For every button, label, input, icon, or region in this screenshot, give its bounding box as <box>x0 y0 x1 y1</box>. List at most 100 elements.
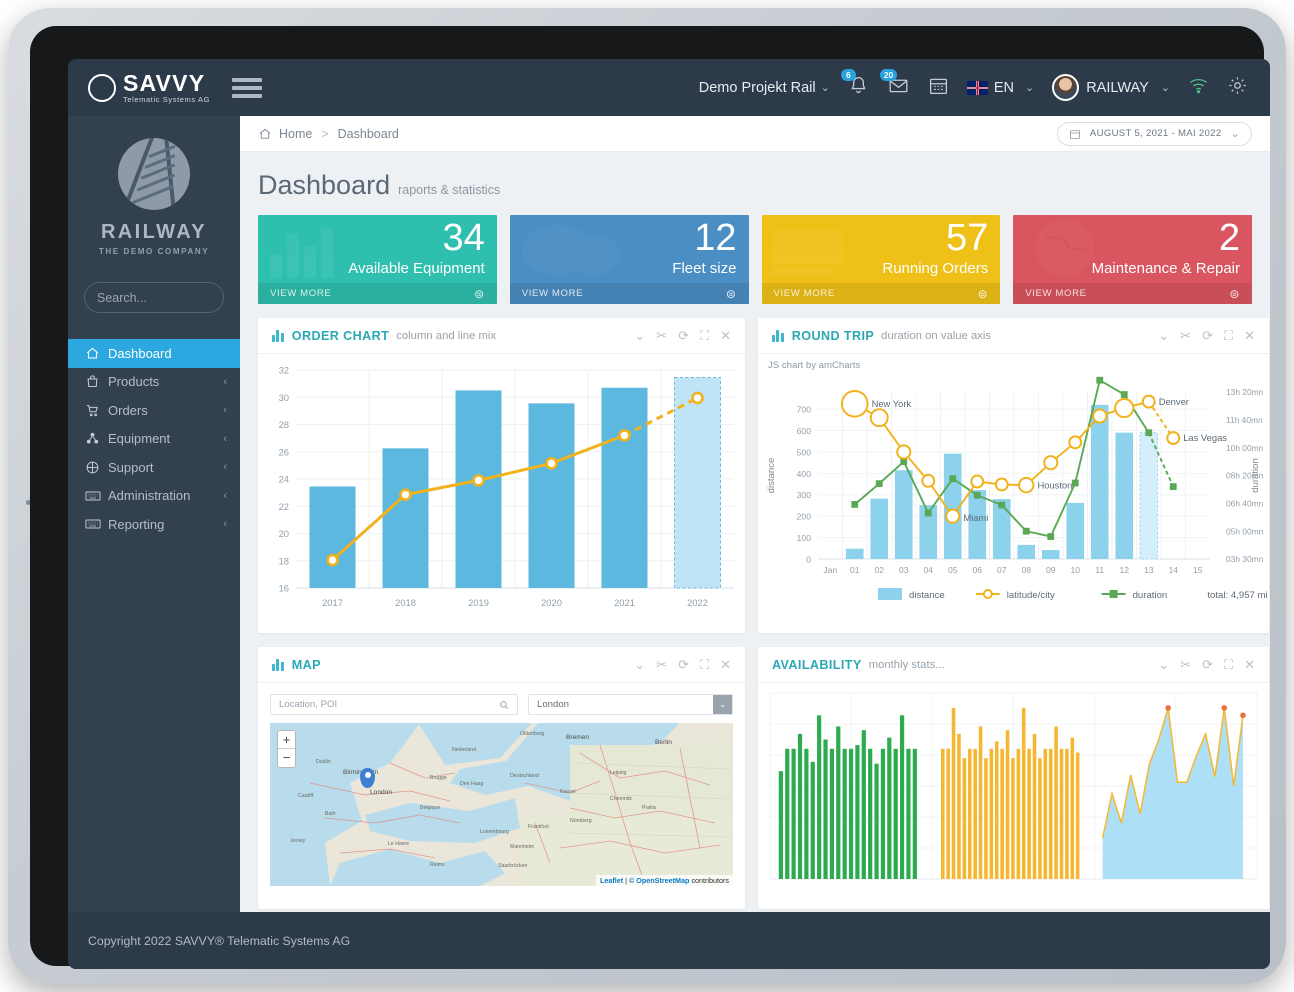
close-icon[interactable]: ✕ <box>720 328 731 344</box>
language-selector[interactable]: EN ⌄ <box>966 79 1035 96</box>
search-input[interactable] <box>97 290 258 305</box>
page-subtitle: raports & statistics <box>398 183 501 197</box>
gear-icon[interactable] <box>1227 75 1248 101</box>
hamburger-menu-icon[interactable] <box>232 77 263 98</box>
kpi-label: Maintenance & Repair <box>1091 260 1240 277</box>
expand-icon[interactable]: ⛶ <box>700 328 709 344</box>
expand-icon[interactable]: ⛶ <box>1224 328 1233 344</box>
svg-text:03: 03 <box>899 565 909 575</box>
kpi-footer[interactable]: VIEW MORE ⊜ <box>258 283 497 304</box>
top-navigation-bar: SAVVY Telematic Systems AG Demo Projekt … <box>68 59 1270 116</box>
sidebar-item-products[interactable]: Products ‹ <box>68 368 240 397</box>
kpi-value: 12 <box>694 217 737 259</box>
cart-icon <box>85 403 108 418</box>
uk-flag-icon <box>966 80 988 95</box>
savvy-logo[interactable]: SAVVY Telematic Systems AG <box>88 71 210 104</box>
leaflet-link[interactable]: Leaflet <box>600 876 623 885</box>
language-label: EN <box>993 79 1014 96</box>
kpi-card-maintenance-repair[interactable]: 2 Maintenance & Repair VIEW MORE ⊜ <box>1013 215 1252 304</box>
svg-text:28: 28 <box>279 419 289 430</box>
chevron-down-icon[interactable]: ⌄ <box>634 328 645 344</box>
settings-icon[interactable]: ✂ <box>656 657 667 673</box>
user-menu[interactable]: RAILWAY ⌄ <box>1052 74 1170 101</box>
sidebar-brand: RAILWAY THE DEMO COMPANY <box>68 116 240 272</box>
kpi-view-more-label: VIEW MORE <box>270 288 332 299</box>
round-trip-svg: JS chart by amCharts 0 100 200 300 400 500 600 7… <box>766 360 1268 601</box>
home-icon <box>259 128 271 139</box>
refresh-icon[interactable]: ⟳ <box>1202 657 1213 673</box>
kpi-card-fleet-size[interactable]: 12 Fleet size VIEW MORE ⊜ <box>509 215 749 304</box>
map-panel: MAP ⌄ ✂ ⟳ ⛶ ✕ Location, POI London ⌄ Lon… <box>258 647 745 909</box>
expand-icon[interactable]: ⛶ <box>1224 657 1233 673</box>
project-name: Demo Projekt Rail <box>698 79 816 96</box>
chevron-down-icon[interactable]: ⌄ <box>634 657 645 673</box>
bell-icon[interactable]: 6 <box>840 68 869 101</box>
date-range-picker[interactable]: AUGUST 5, 2021 - MAI 2022 ⌄ <box>1056 121 1252 146</box>
map-search-box[interactable] <box>270 694 518 715</box>
svg-text:Las Vegas: Las Vegas <box>1183 432 1227 443</box>
kpi-label: Available Equipment <box>348 260 485 277</box>
map-attribution: Leaflet | © OpenStreetMap contributors <box>595 875 733 886</box>
sidebar-item-label: Support <box>108 459 154 475</box>
sidebar-item-administration[interactable]: Administration ‹ <box>68 482 240 511</box>
refresh-icon[interactable]: ⟳ <box>678 328 689 344</box>
sidebar-item-dashboard[interactable]: Dashboard <box>68 339 251 368</box>
project-selector[interactable]: Demo Projekt Rail ⌄ <box>699 80 830 96</box>
calendar-icon[interactable] <box>928 75 949 101</box>
svg-text:26: 26 <box>279 446 289 457</box>
kpi-card-available-equipment[interactable]: 34 Available Equipment VIEW MORE ⊜ <box>258 215 497 304</box>
chevron-down-icon: ⌄ <box>1024 82 1035 94</box>
zoom-out-button[interactable]: − <box>278 749 295 767</box>
zoom-in-button[interactable]: + <box>278 731 295 749</box>
map-city-select[interactable]: London ⌄ <box>528 694 733 715</box>
kpi-view-more-label: VIEW MORE <box>521 288 584 299</box>
sidebar-item-reporting[interactable]: Reporting ‹ <box>68 510 240 539</box>
svg-text:22: 22 <box>279 501 289 512</box>
chevron-right-icon: ‹ <box>223 489 227 502</box>
map-zoom-controls[interactable]: + − <box>277 730 296 768</box>
wifi-icon[interactable] <box>1188 77 1209 99</box>
svg-text:2019: 2019 <box>468 597 489 608</box>
map-controls: London ⌄ <box>258 683 745 723</box>
svg-text:09: 09 <box>1046 565 1056 575</box>
settings-icon[interactable]: ✂ <box>1180 328 1191 344</box>
envelope-icon[interactable]: 20 <box>879 68 910 101</box>
chevron-down-icon[interactable]: ⌄ <box>1158 328 1169 344</box>
refresh-icon[interactable]: ⟳ <box>1202 328 1213 344</box>
app-window: SAVVY Telematic Systems AG Demo Projekt … <box>68 59 1270 969</box>
charts-row-2: MAP ⌄ ✂ ⟳ ⛶ ✕ Location, POI London ⌄ Lon… <box>240 633 1270 909</box>
charts-row-1: ORDER CHART column and line mix ⌄ ✂ ⟳ ⛶ … <box>240 304 1270 633</box>
svg-text:02: 02 <box>874 565 884 575</box>
close-icon[interactable]: ✕ <box>720 657 731 673</box>
sidebar-item-orders[interactable]: Orders ‹ <box>68 396 240 425</box>
bars-icon <box>268 226 352 283</box>
chevron-down-icon[interactable]: ⌄ <box>1158 657 1169 673</box>
kpi-footer[interactable]: VIEW MORE ⊜ <box>509 283 749 304</box>
sidebar-item-label: Orders <box>108 402 148 418</box>
close-icon[interactable]: ✕ <box>1244 657 1255 673</box>
map-search-input[interactable] <box>279 699 499 710</box>
svg-text:100: 100 <box>797 533 812 543</box>
svg-text:07: 07 <box>997 565 1007 575</box>
expand-icon[interactable]: ⛶ <box>700 657 709 673</box>
sidebar-item-equipment[interactable]: Equipment ‹ <box>68 425 240 454</box>
map-canvas[interactable]: Birmingham London Dublin Cardiff Bath Br… <box>270 723 733 886</box>
kpi-footer[interactable]: VIEW MORE ⊜ <box>761 283 1001 304</box>
svg-text:04: 04 <box>923 565 933 575</box>
kpi-footer[interactable]: VIEW MORE ⊜ <box>1013 283 1252 304</box>
search-box[interactable] <box>84 282 258 313</box>
breadcrumb-separator: > <box>321 126 329 141</box>
breadcrumb-home[interactable]: Home <box>279 127 312 141</box>
osm-link[interactable]: © OpenStreetMap <box>629 876 689 885</box>
hamburger-line <box>232 85 263 90</box>
close-icon[interactable]: ✕ <box>1244 328 1255 344</box>
chevron-down-icon[interactable]: ⌄ <box>713 695 732 714</box>
kpi-card-running-orders[interactable]: 57 Running Orders VIEW MORE ⊜ <box>761 215 1001 304</box>
refresh-icon[interactable]: ⟳ <box>678 657 689 673</box>
sidebar-brand-name: RAILWAY <box>100 221 208 243</box>
page-header: Dashboard raports & statistics <box>240 152 1270 201</box>
sidebar-item-support[interactable]: Support ‹ <box>68 453 240 482</box>
settings-icon[interactable]: ✂ <box>656 328 667 344</box>
settings-icon[interactable]: ✂ <box>1180 657 1191 673</box>
main-content: Home > Dashboard AUGUST 5, 2021 - MAI 20… <box>240 116 1270 969</box>
